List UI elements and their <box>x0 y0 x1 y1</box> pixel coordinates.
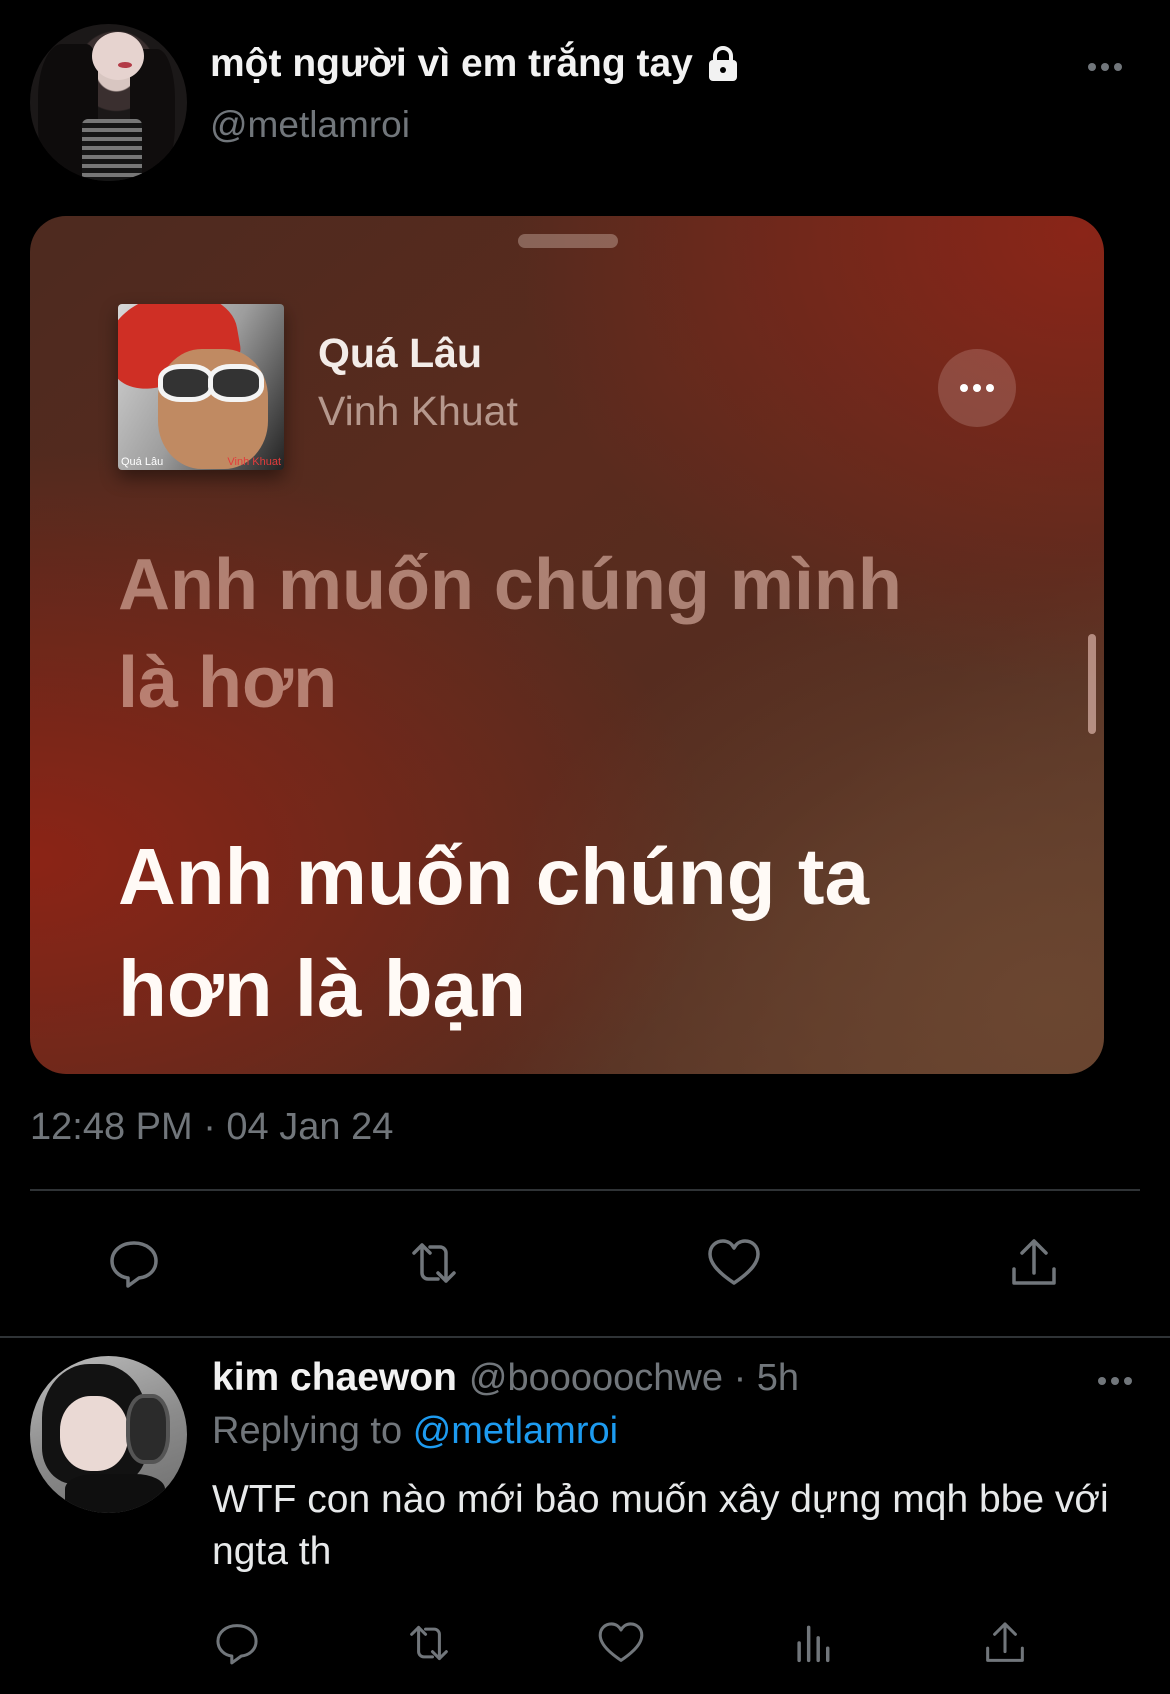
share-button[interactable] <box>1001 1230 1067 1296</box>
tweet-action-bar <box>0 1230 1170 1296</box>
bar-chart-icon <box>797 1625 830 1663</box>
share-icon <box>1012 1239 1056 1285</box>
song-title: Quá Lâu <box>318 330 483 376</box>
retweet-icon <box>412 1243 456 1283</box>
reply-action-bar <box>0 1610 1170 1676</box>
like-button[interactable] <box>701 1230 767 1296</box>
tweet-media-image[interactable]: Quá Lâu Vinh Khuat Quá Lâu Vinh Khuat An… <box>30 216 1104 1074</box>
reply-button[interactable] <box>204 1610 270 1676</box>
reply-author-name[interactable]: kim chaewon <box>212 1356 457 1400</box>
author-name-text[interactable]: một người vì em trắng tay <box>210 42 693 86</box>
retweet-icon <box>410 1625 448 1661</box>
lyric-current-line: Anh muốn chúng ta hơn là bạn <box>118 832 870 1033</box>
song-more-icon <box>938 349 1016 427</box>
heart-icon <box>708 1239 760 1285</box>
speech-bubble-icon <box>216 1624 258 1665</box>
like-button[interactable] <box>588 1610 654 1676</box>
reply-text: WTF con nào mới bảo muốn xây dựng mqh bb… <box>212 1478 1109 1573</box>
author-handle[interactable]: @metlamroi <box>210 104 410 146</box>
replying-to-handle-link[interactable]: @metlamroi <box>413 1410 618 1452</box>
share-button[interactable] <box>972 1610 1038 1676</box>
heart-icon <box>598 1622 644 1662</box>
reply-button[interactable] <box>101 1230 167 1296</box>
tweet-timestamp[interactable]: 12:48 PM · 04 Jan 24 <box>30 1106 393 1149</box>
album-artwork: Quá Lâu Vinh Khuat <box>118 304 284 470</box>
more-options-icon[interactable] <box>1090 1366 1140 1396</box>
divider <box>0 1336 1170 1338</box>
album-caption-artist: Vinh Khuat <box>227 456 281 468</box>
author-avatar[interactable] <box>30 24 187 181</box>
reply-header: kim chaewon @booooochwe · 5h <box>212 1356 799 1400</box>
share-icon <box>986 1622 1024 1662</box>
album-caption-title: Quá Lâu <box>121 456 164 468</box>
retweet-button[interactable] <box>401 1230 467 1296</box>
speech-bubble-icon <box>110 1241 158 1288</box>
replying-to-line: Replying to @metlamroi <box>212 1410 618 1453</box>
reply-author-meta[interactable]: @booooochwe · 5h <box>469 1357 799 1400</box>
sheet-grabber-handle <box>518 234 618 248</box>
reply-author-avatar[interactable] <box>30 1356 187 1513</box>
retweet-button[interactable] <box>396 1610 462 1676</box>
more-options-icon[interactable] <box>1080 52 1130 82</box>
replying-to-label: Replying to <box>212 1410 403 1452</box>
lyrics-scrollbar <box>1088 634 1096 734</box>
lyric-previous-line: Anh muốn chúng mình là hơn <box>118 545 902 723</box>
author-display-name[interactable]: một người vì em trắng tay <box>210 42 743 86</box>
lock-icon <box>703 44 743 84</box>
views-button[interactable] <box>780 1610 846 1676</box>
tweet-header: một người vì em trắng tay @metlamroi <box>30 22 1140 182</box>
song-artist: Vinh Khuat <box>318 388 518 434</box>
divider <box>30 1189 1140 1191</box>
